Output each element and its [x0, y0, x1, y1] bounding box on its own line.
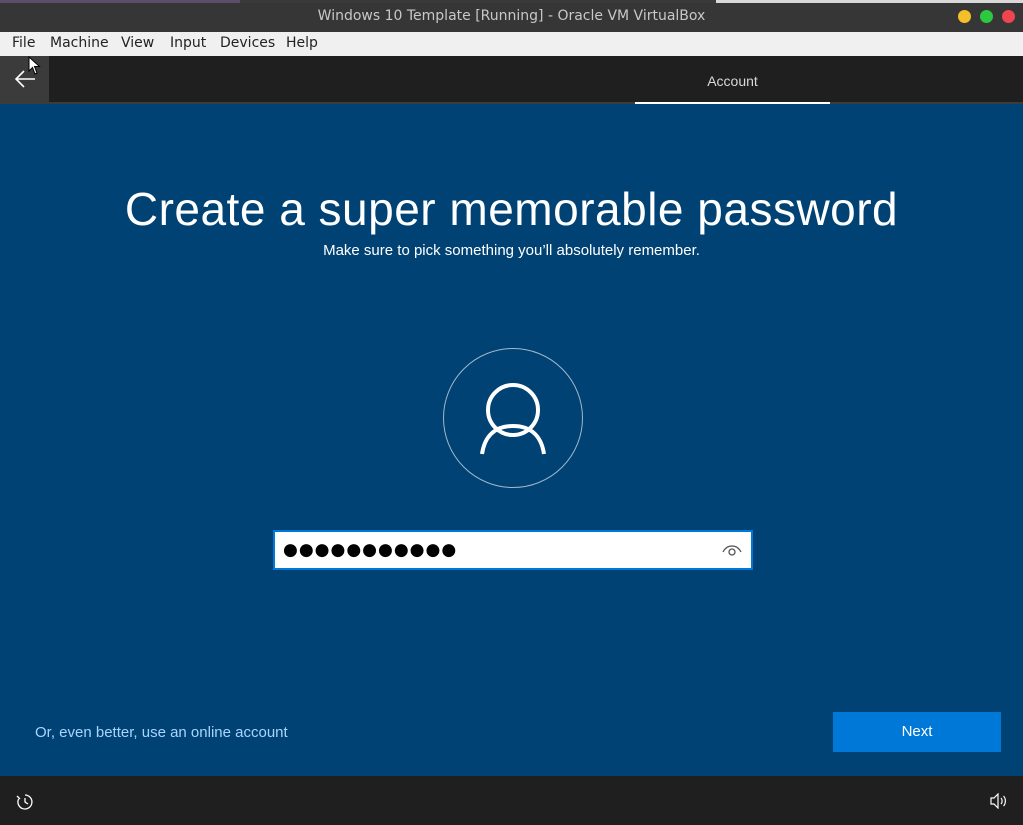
- mouse-cursor-icon: [28, 56, 41, 75]
- tab-account[interactable]: Account: [635, 56, 830, 104]
- window-titlebar: Windows 10 Template [Running] - Oracle V…: [0, 0, 1023, 32]
- window-title: Windows 10 Template [Running] - Oracle V…: [317, 8, 706, 24]
- minimize-button[interactable]: [958, 10, 971, 23]
- oobe-footer: [0, 776, 1023, 825]
- menubar: File Machine View Input Devices Help: [0, 32, 1023, 56]
- menu-view[interactable]: View: [121, 35, 154, 51]
- eye-icon[interactable]: [721, 541, 743, 559]
- menu-file[interactable]: File: [12, 35, 35, 51]
- oobe-header: Account: [0, 56, 1023, 104]
- vm-display: Account Create a super memorable passwor…: [0, 56, 1023, 825]
- user-icon: [480, 383, 546, 455]
- tab-account-label: Account: [707, 73, 758, 89]
- avatar: [443, 348, 583, 488]
- volume-icon[interactable]: [989, 793, 1007, 809]
- ease-of-access-icon[interactable]: [16, 793, 34, 811]
- close-button[interactable]: [1002, 10, 1015, 23]
- menu-input[interactable]: Input: [170, 35, 206, 51]
- menu-devices[interactable]: Devices: [220, 35, 275, 51]
- page-title: Create a super memorable password: [124, 183, 899, 235]
- password-input[interactable]: [283, 538, 703, 562]
- menu-help[interactable]: Help: [286, 35, 318, 51]
- desktop-strip: [0, 0, 1023, 3]
- maximize-button[interactable]: [980, 10, 993, 23]
- oobe-content: Create a super memorable password Make s…: [0, 104, 1023, 776]
- menu-machine[interactable]: Machine: [50, 35, 109, 51]
- password-field[interactable]: [273, 530, 753, 570]
- page-subtitle: Make sure to pick something you’ll absol…: [323, 242, 700, 259]
- online-account-link[interactable]: Or, even better, use an online account: [35, 724, 288, 741]
- next-button[interactable]: Next: [833, 712, 1001, 752]
